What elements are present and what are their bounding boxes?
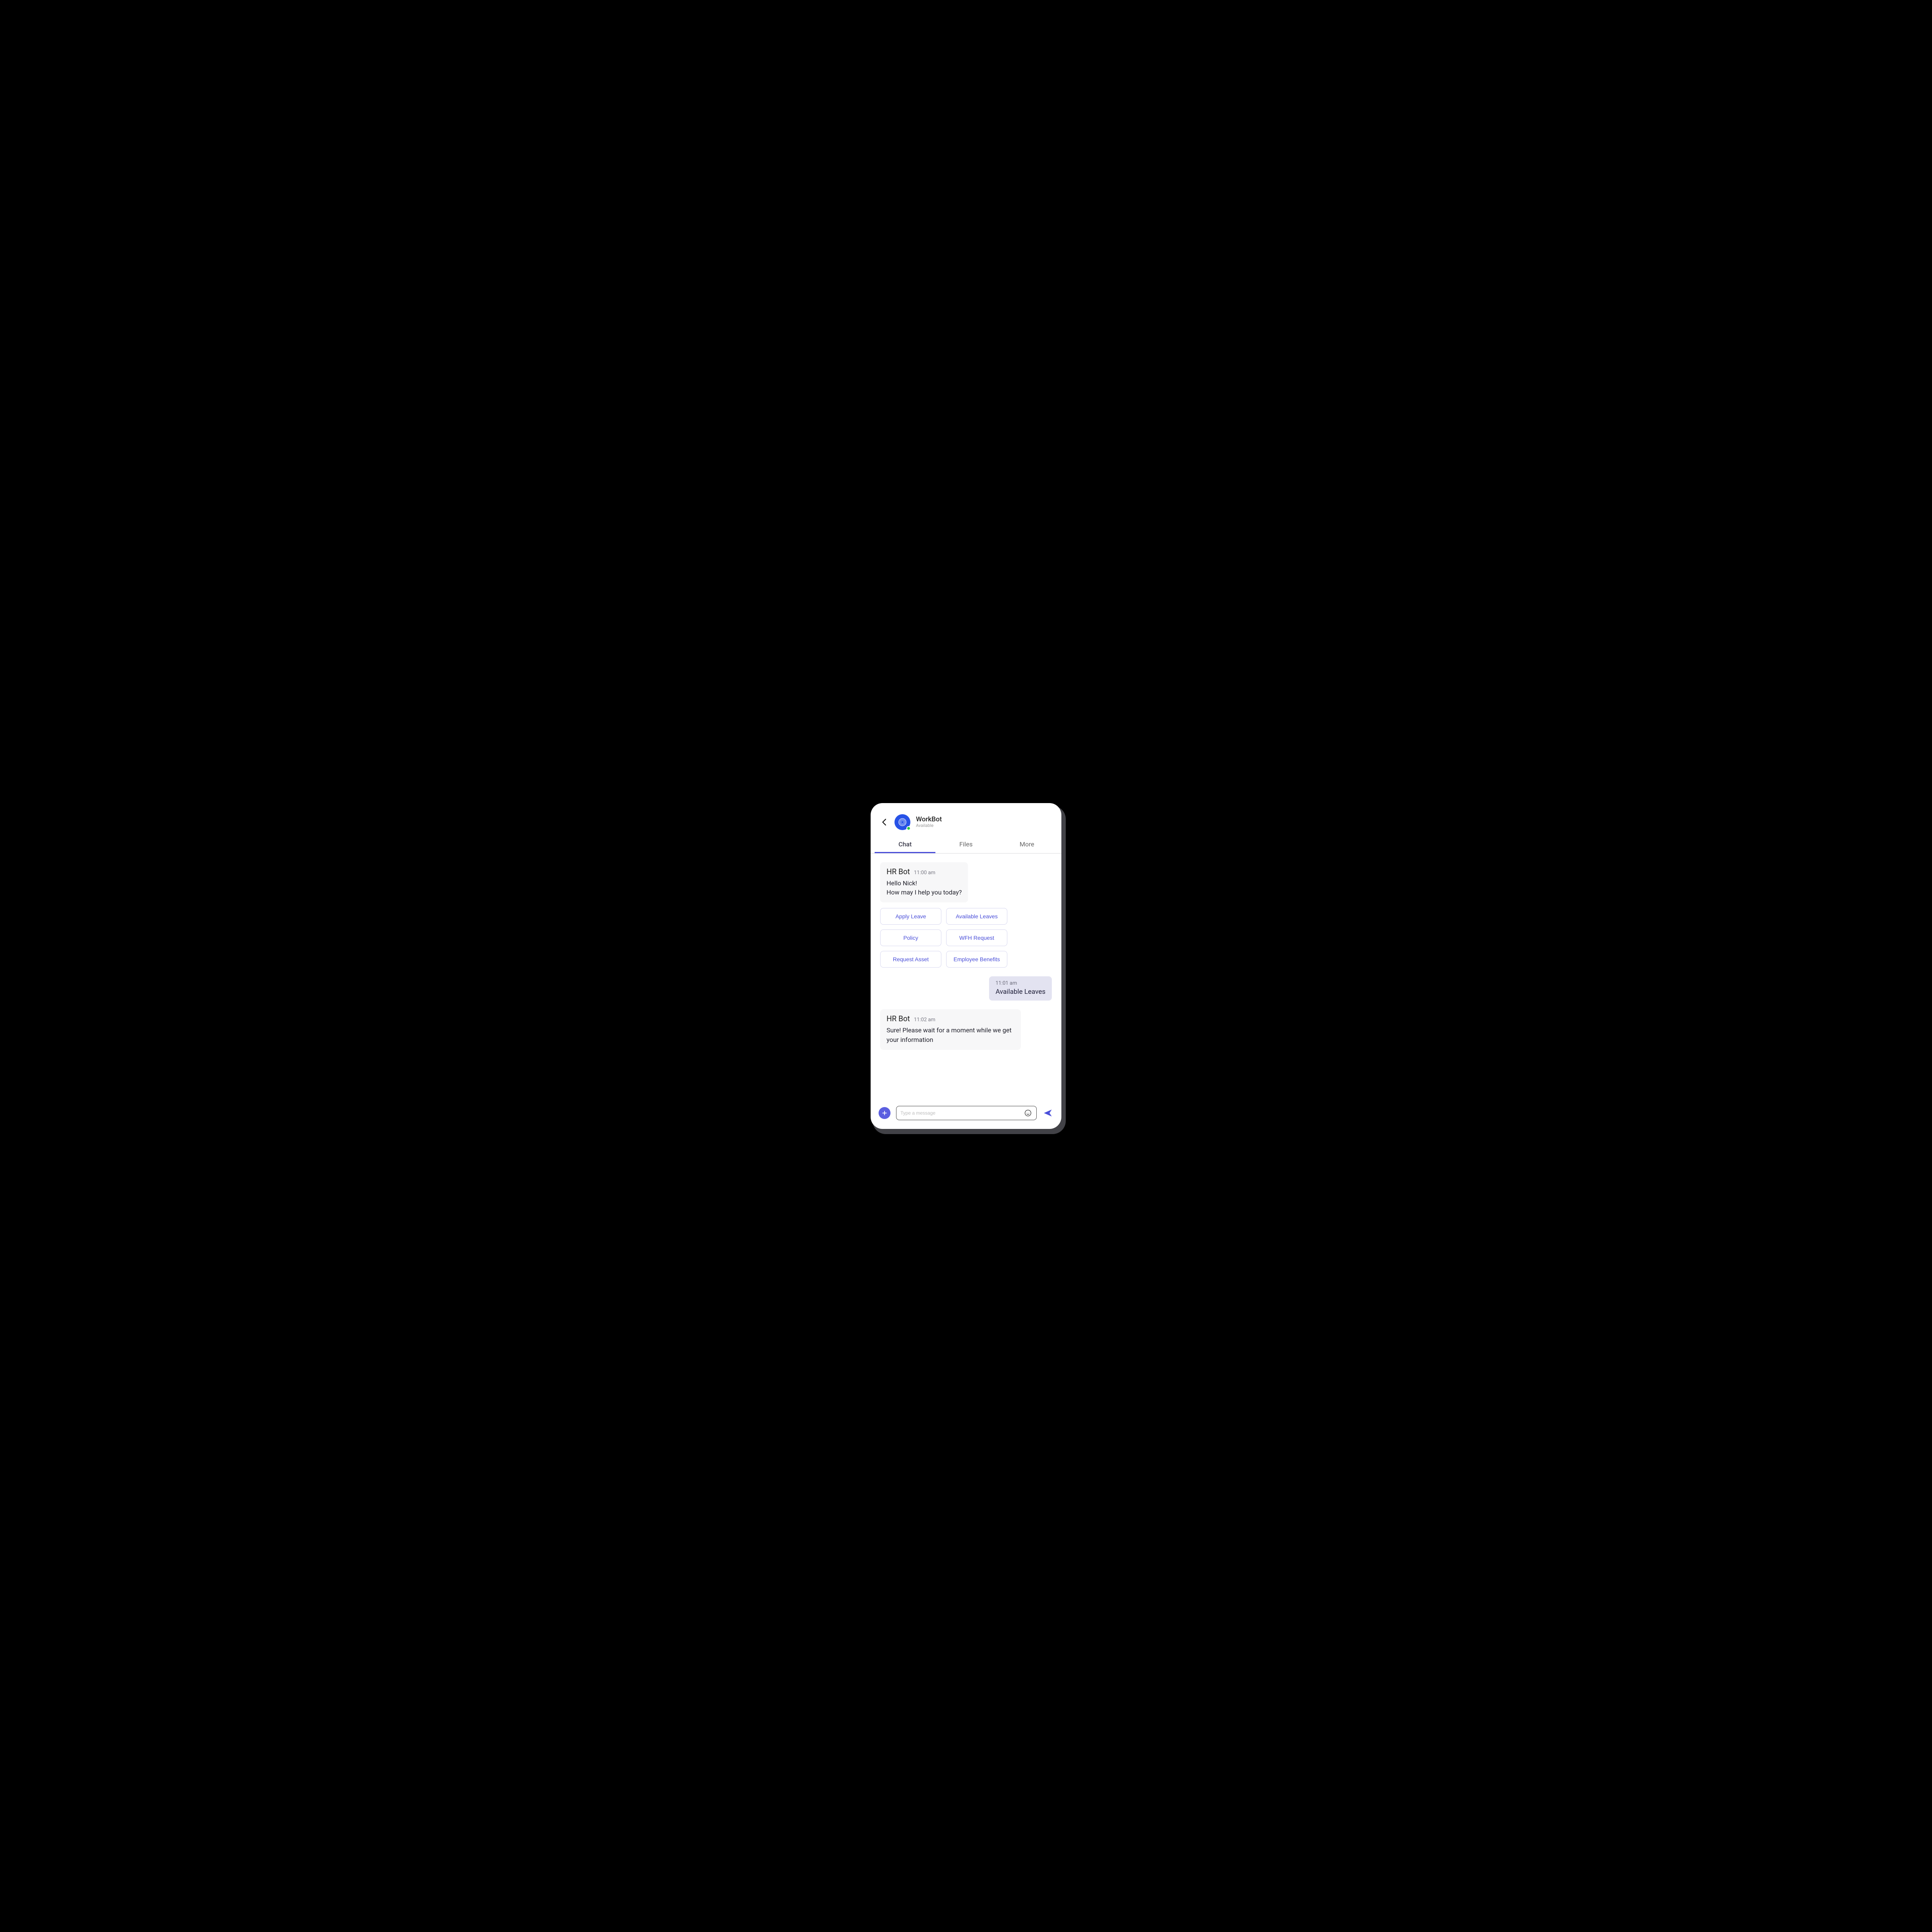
composer bbox=[871, 1100, 1061, 1129]
message-sender: HR Bot bbox=[887, 1014, 910, 1023]
user-message: 11:01 am Available Leaves bbox=[989, 976, 1052, 1001]
tab-chat[interactable]: Chat bbox=[875, 836, 935, 853]
message-time: 11:02 am bbox=[914, 1017, 935, 1023]
chat-scroll[interactable]: HR Bot 11:00 am Hello Nick! How may I he… bbox=[871, 854, 1061, 1100]
bot-avatar[interactable] bbox=[894, 814, 910, 830]
quick-reply-apply-leave[interactable]: Apply Leave bbox=[880, 908, 941, 925]
add-button[interactable] bbox=[879, 1107, 891, 1119]
message-body: Sure! Please wait for a moment while we … bbox=[887, 1026, 1014, 1044]
message-input[interactable] bbox=[900, 1110, 1024, 1116]
header-text: WorkBot Available bbox=[916, 816, 942, 829]
bot-title: WorkBot bbox=[916, 816, 942, 824]
tab-files[interactable]: Files bbox=[935, 836, 996, 853]
quick-reply-grid: Apply Leave Available Leaves Policy WFH … bbox=[880, 908, 1007, 968]
presence-dot-icon bbox=[906, 826, 911, 830]
message-input-wrap[interactable] bbox=[896, 1106, 1037, 1120]
tab-more[interactable]: More bbox=[997, 836, 1057, 853]
message-body: Available Leaves bbox=[995, 988, 1045, 996]
bot-message: HR Bot 11:02 am Sure! Please wait for a … bbox=[880, 1009, 1021, 1049]
chat-window: WorkBot Available Chat Files More HR Bot… bbox=[871, 803, 1061, 1129]
bot-message: HR Bot 11:00 am Hello Nick! How may I he… bbox=[880, 862, 968, 902]
message-body: Hello Nick! How may I help you today? bbox=[887, 879, 962, 897]
quick-reply-policy[interactable]: Policy bbox=[880, 929, 941, 946]
emoji-icon[interactable] bbox=[1024, 1109, 1032, 1117]
back-button[interactable] bbox=[880, 818, 889, 827]
quick-reply-wfh-request[interactable]: WFH Request bbox=[946, 929, 1007, 946]
message-time: 11:00 am bbox=[914, 870, 935, 876]
quick-reply-request-asset[interactable]: Request Asset bbox=[880, 951, 941, 968]
quick-reply-employee-benefits[interactable]: Employee Benefits bbox=[946, 951, 1007, 968]
header: WorkBot Available bbox=[871, 803, 1061, 836]
message-time: 11:01 am bbox=[995, 980, 1045, 986]
tab-bar: Chat Files More bbox=[871, 836, 1061, 854]
message-sender: HR Bot bbox=[887, 867, 910, 876]
send-button[interactable] bbox=[1042, 1107, 1053, 1119]
bot-status: Available bbox=[916, 823, 942, 829]
quick-reply-available-leaves[interactable]: Available Leaves bbox=[946, 908, 1007, 925]
